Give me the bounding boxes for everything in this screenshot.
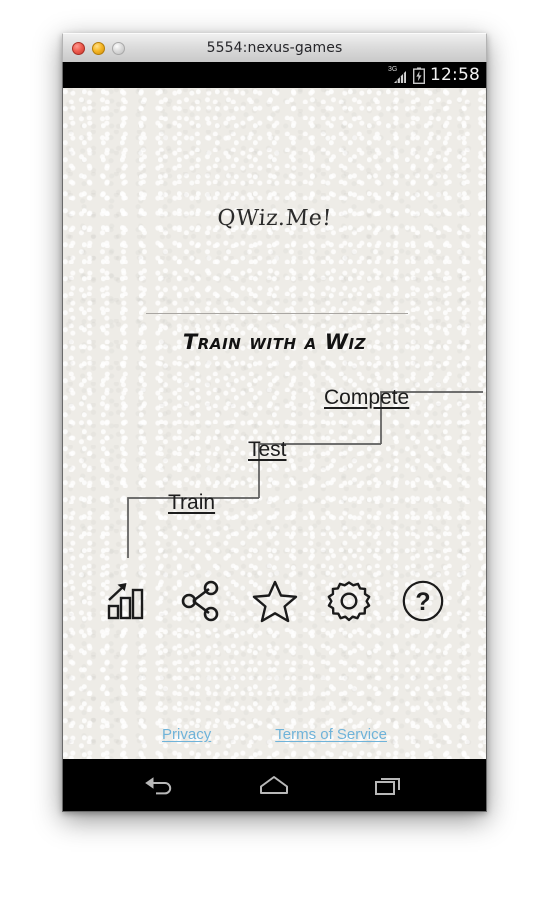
gear-icon[interactable] (323, 573, 375, 629)
app-screen: QWiz.Me! Train with a Wiz Train Test Com… (62, 88, 487, 759)
signal-bars-icon: 3G (388, 65, 408, 84)
home-button[interactable] (244, 765, 304, 805)
star-icon[interactable] (249, 573, 301, 629)
battery-charging-icon (413, 67, 425, 84)
stats-chart-icon[interactable] (101, 573, 153, 629)
emulator-window: 5554:nexus-games 3G 12:58 QWiz.Me! Train… (62, 33, 487, 812)
privacy-link[interactable]: Privacy (162, 726, 211, 743)
app-logo: QWiz.Me! (216, 206, 333, 231)
help-icon[interactable]: ? (397, 573, 449, 629)
back-arrow-icon (145, 777, 172, 795)
step-label-compete[interactable]: Compete (324, 386, 409, 410)
terms-of-service-link[interactable]: Terms of Service (275, 726, 387, 743)
back-button[interactable] (130, 765, 190, 805)
status-bar-clock: 12:58 (430, 64, 480, 85)
status-bar-right-cluster: 3G 12:58 (388, 62, 480, 88)
android-nav-bar (62, 759, 487, 812)
footer-links: Privacy Terms of Service (63, 726, 486, 743)
app-tagline: Train with a Wiz (182, 330, 367, 354)
svg-text:?: ? (415, 588, 430, 616)
recents-button[interactable] (359, 765, 419, 805)
home-icon (260, 776, 289, 794)
staircase-diagram (127, 391, 483, 558)
window-title: 5554:nexus-games (206, 40, 343, 56)
android-status-bar: 3G 12:58 (62, 62, 487, 88)
network-type-label: 3G (388, 65, 398, 73)
share-icon[interactable] (175, 573, 227, 629)
icon-row: ? (63, 573, 486, 629)
window-title-bar[interactable]: 5554:nexus-games (62, 33, 487, 62)
step-label-test[interactable]: Test (248, 438, 287, 462)
recents-icon (374, 778, 400, 795)
step-label-train[interactable]: Train (168, 491, 215, 515)
logo-divider (146, 313, 408, 314)
